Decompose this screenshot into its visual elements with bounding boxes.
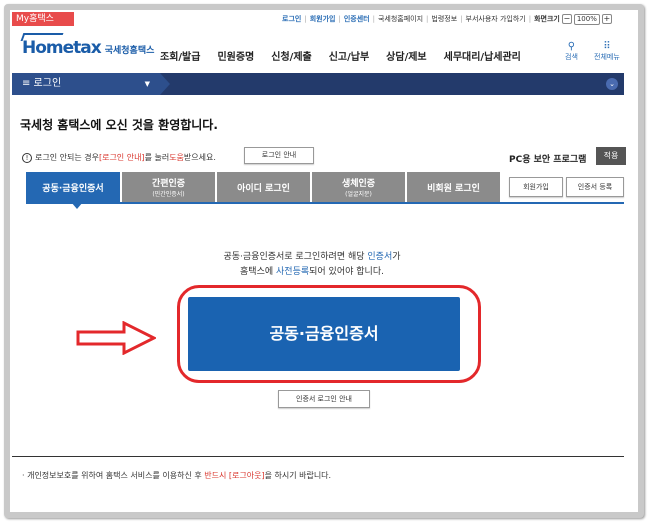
- search-button[interactable]: ⚲ 검색: [565, 42, 578, 62]
- location-label: ≡ 로그인: [22, 78, 62, 89]
- my-hometax-button[interactable]: My홈택스: [12, 12, 74, 26]
- exclamation-icon: !: [22, 152, 32, 163]
- nav-item[interactable]: 상담/제보: [386, 48, 426, 63]
- footer-notice: · 개인정보보호를 위하여 홈택스 서비스를 이용하신 후 반드시 [로그아웃]…: [22, 471, 332, 480]
- login-tabs: 공동·금융인증서 간편인증 (민간인증서) 아이디 로그인 생체인증 (얼굴지문…: [26, 172, 502, 209]
- search-label: 검색: [565, 53, 578, 61]
- tab-underline: [26, 202, 624, 204]
- zoom-control: − 100% +: [561, 13, 612, 25]
- nav-item[interactable]: 조회/발급: [160, 48, 200, 63]
- cert-description: 공동·금융인증서로 로그인하려면 해당 인증서가 홈택스에 사전등록되어 있어야…: [223, 252, 401, 277]
- util-signup-link[interactable]: 회원가입: [310, 12, 336, 26]
- util-login-link[interactable]: 로그인: [282, 12, 301, 26]
- tab-guest-login[interactable]: 비회원 로그인: [407, 172, 500, 202]
- util-cert-center-link[interactable]: 인증센터: [344, 12, 370, 26]
- cert-login-guide-button[interactable]: 인증서 로그인 안내: [278, 390, 370, 408]
- zoom-label: 화면크기: [534, 15, 560, 23]
- nav-item[interactable]: 신고/납부: [329, 48, 369, 63]
- apply-button[interactable]: 적용: [596, 147, 626, 165]
- joint-cert-login-button[interactable]: 공동·금융인증서: [188, 297, 460, 371]
- logo-text: Hometax: [22, 38, 102, 58]
- caret-down-icon: ▼: [144, 80, 150, 88]
- arrow-right-icon: [76, 321, 156, 355]
- location-login-dropdown[interactable]: ≡ 로그인 ▼: [12, 73, 170, 95]
- login-guide-button[interactable]: 로그인 안내: [244, 147, 314, 164]
- grid-icon: ⠿: [603, 41, 611, 52]
- tab-biometric[interactable]: 생체인증 (얼굴지문): [312, 172, 405, 202]
- utility-bar: 로그인 | 회원가입 | 인증센터 | 국세청홈페이지 | 법령정보 | 부서사용자 가입…: [282, 12, 612, 26]
- cert-register-button[interactable]: 인증서 등록: [566, 177, 624, 197]
- tab-joint-cert[interactable]: 공동·금융인증서: [26, 172, 120, 209]
- util-nts-link[interactable]: 국세청홈페이지: [378, 12, 423, 26]
- nav-item[interactable]: 민원증명: [217, 48, 254, 63]
- location-bar: ≡ 로그인 ▼ ⌄: [12, 73, 624, 95]
- login-notice: ! 로그인 안되는 경우 [로그인 안내] 를 눌러 도움 받으세요.: [22, 152, 216, 163]
- tab-id-login[interactable]: 아이디 로그인: [217, 172, 310, 202]
- util-law-link[interactable]: 법령정보: [431, 12, 457, 26]
- full-menu-button[interactable]: ⠿ 전체메뉴: [594, 42, 620, 62]
- page-title: 국세청 홈택스에 오신 것을 환영합니다.: [20, 118, 218, 132]
- zoom-value: 100%: [573, 13, 600, 25]
- logo-subtext: 국세청홈택스: [104, 46, 155, 56]
- util-dept-link[interactable]: 부서사용자 가입하기: [466, 12, 526, 26]
- chevron-down-icon[interactable]: ⌄: [606, 78, 618, 90]
- zoom-plus-button[interactable]: +: [601, 14, 612, 24]
- tab-simple-auth[interactable]: 간편인증 (민간인증서): [122, 172, 215, 202]
- main-nav: 조회/발급 민원증명 신청/제출 신고/납부 상담/제보 세무대리/납세관리: [160, 48, 538, 63]
- nav-item[interactable]: 세무대리/납세관리: [444, 48, 521, 63]
- full-menu-label: 전체메뉴: [594, 53, 620, 61]
- hometax-logo[interactable]: Hometax 국세청홈택스: [22, 38, 154, 58]
- divider: [12, 456, 624, 457]
- search-icon: ⚲: [567, 41, 576, 52]
- zoom-minus-button[interactable]: −: [561, 14, 572, 24]
- signup-button[interactable]: 회원가입: [509, 177, 563, 197]
- pc-security-label: PC용 보안 프로그램: [509, 155, 587, 165]
- nav-item[interactable]: 신청/제출: [271, 48, 311, 63]
